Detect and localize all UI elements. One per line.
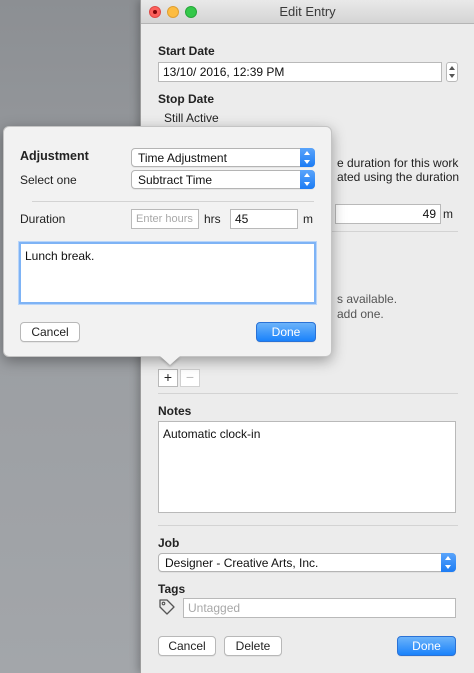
duration-minutes-field[interactable]: 49 xyxy=(335,204,441,224)
title-bar[interactable]: Edit Entry xyxy=(141,0,474,24)
hours-input[interactable]: Enter hours xyxy=(131,209,199,229)
adjustments-info-line-2: add one. xyxy=(337,307,384,321)
start-date-stepper[interactable] xyxy=(446,62,458,82)
start-date-field[interactable]: 13/10/ 2016, 12:39 PM xyxy=(158,62,442,82)
popover-cancel-button[interactable]: Cancel xyxy=(20,322,80,342)
job-select-value: Designer - Creative Arts, Inc. xyxy=(165,556,319,570)
notes-label: Notes xyxy=(158,404,192,418)
duration-info-line-2: ated using the duration xyxy=(337,170,460,184)
cancel-button[interactable]: Cancel xyxy=(158,636,216,656)
operation-value: Subtract Time xyxy=(138,173,213,187)
select-arrows-icon xyxy=(441,553,456,572)
duration-label: Duration xyxy=(20,212,66,226)
tags-input[interactable]: Untagged xyxy=(183,598,456,618)
start-date-label: Start Date xyxy=(158,44,215,58)
section-divider xyxy=(158,525,458,526)
adjustments-info-line-1: s available. xyxy=(337,292,398,306)
minutes-input[interactable]: 45 xyxy=(230,209,298,229)
window-title: Edit Entry xyxy=(279,4,336,19)
select-arrows-icon xyxy=(300,170,315,189)
adjustment-popover: Adjustment Time Adjustment Select one Su… xyxy=(3,126,332,365)
tag-icon xyxy=(159,599,175,615)
stop-date-value: Still Active xyxy=(164,111,219,125)
section-divider xyxy=(158,393,458,394)
duration-info-line-1: e duration for this work xyxy=(337,156,459,170)
popover-divider xyxy=(32,201,314,202)
job-select[interactable]: Designer - Creative Arts, Inc. xyxy=(158,553,456,572)
popover-done-button[interactable]: Done xyxy=(256,322,316,342)
adjustment-type-value: Time Adjustment xyxy=(138,151,227,165)
stop-date-label: Stop Date xyxy=(158,92,215,106)
hours-unit-label: hrs xyxy=(204,212,221,226)
delete-button[interactable]: Delete xyxy=(224,636,282,656)
select-one-label: Select one xyxy=(20,173,77,187)
operation-select[interactable]: Subtract Time xyxy=(131,170,315,189)
add-adjustment-button[interactable]: + xyxy=(158,369,178,387)
done-button[interactable]: Done xyxy=(397,636,456,656)
notes-textarea[interactable]: Automatic clock-in xyxy=(158,421,456,513)
job-label: Job xyxy=(158,536,180,550)
select-arrows-icon xyxy=(300,148,315,167)
adjustment-type-select[interactable]: Time Adjustment xyxy=(131,148,315,167)
adjustment-label: Adjustment xyxy=(20,149,89,163)
popover-arrow xyxy=(160,356,180,365)
minutes-unit-label: m xyxy=(303,212,313,226)
remove-adjustment-button[interactable]: − xyxy=(180,369,200,387)
tags-label: Tags xyxy=(158,582,186,596)
adjustment-note-textarea[interactable]: Lunch break. xyxy=(19,242,316,304)
duration-unit-label: m xyxy=(443,207,453,221)
